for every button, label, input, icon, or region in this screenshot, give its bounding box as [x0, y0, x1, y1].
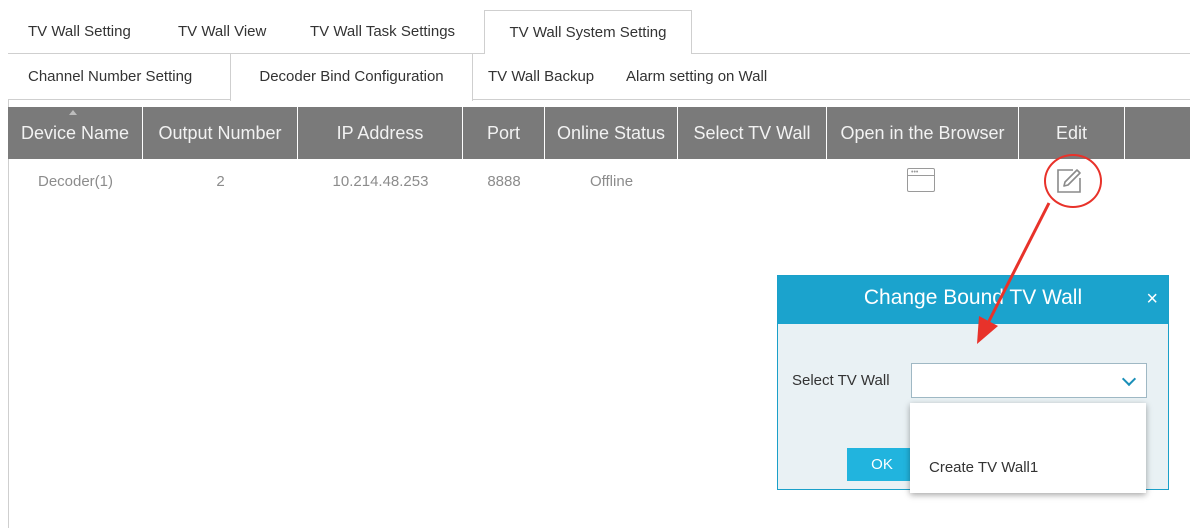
cell-output-number: 2 — [216, 173, 225, 190]
subtab-tv-wall-backup[interactable]: TV Wall Backup — [488, 54, 594, 100]
chevron-down-icon[interactable] — [1121, 371, 1137, 387]
sort-ascending-icon[interactable] — [69, 110, 77, 115]
column-header-edit[interactable]: Edit — [1019, 107, 1125, 159]
column-header-ip-address[interactable]: IP Address — [298, 107, 463, 159]
tab-tv-wall-view[interactable]: TV Wall View — [178, 10, 266, 54]
dialog-header: Change Bound TV Wall × — [778, 276, 1168, 324]
cell-device-name: Decoder(1) — [37, 173, 114, 190]
column-header-output-number[interactable]: Output Number — [143, 107, 298, 159]
select-tv-wall-dropdown[interactable] — [911, 363, 1147, 398]
table-header: Device Name Output Number IP Address Por… — [8, 107, 1190, 159]
tab-tv-wall-setting[interactable]: TV Wall Setting — [28, 10, 131, 54]
highlight-circle — [1044, 154, 1102, 208]
cell-ip-address: 10.214.48.253 — [332, 173, 429, 190]
subtab-decoder-bind-configuration[interactable]: Decoder Bind Configuration — [230, 54, 473, 101]
cell-port: 8888 — [487, 173, 521, 190]
cell-select-tv-wall — [678, 172, 827, 192]
option-create-tv-wall[interactable]: Create TV Wall1 — [929, 459, 1038, 476]
tab-tv-wall-system-setting[interactable]: TV Wall System Setting — [484, 10, 692, 55]
cell-online-status: Offline — [589, 173, 634, 190]
subtab-channel-number-setting[interactable]: Channel Number Setting — [28, 54, 192, 100]
column-header-port[interactable]: Port — [463, 107, 545, 159]
ok-button[interactable]: OK — [847, 448, 917, 481]
tab-tv-wall-task-settings[interactable]: TV Wall Task Settings — [310, 10, 455, 54]
tv-wall-options-list: Create TV Wall1 — [910, 403, 1146, 493]
sub-tab-bar: Channel Number Setting Decoder Bind Conf… — [8, 54, 1190, 101]
dialog-title: Change Bound TV Wall — [863, 286, 1083, 309]
close-icon[interactable]: × — [1146, 287, 1158, 311]
column-header-select-tv-wall[interactable]: Select TV Wall — [678, 107, 827, 159]
column-header-online-status[interactable]: Online Status — [545, 107, 678, 159]
browser-window-icon[interactable]: ••• — [907, 168, 935, 192]
top-tab-bar: TV Wall Setting TV Wall View TV Wall Tas… — [8, 10, 1190, 55]
select-tv-wall-label: Select TV Wall — [792, 372, 890, 389]
browser-window-bar — [908, 175, 934, 176]
subtab-alarm-setting-on-wall[interactable]: Alarm setting on Wall — [626, 54, 767, 100]
column-header-open-in-browser[interactable]: Open in the Browser — [827, 107, 1019, 159]
